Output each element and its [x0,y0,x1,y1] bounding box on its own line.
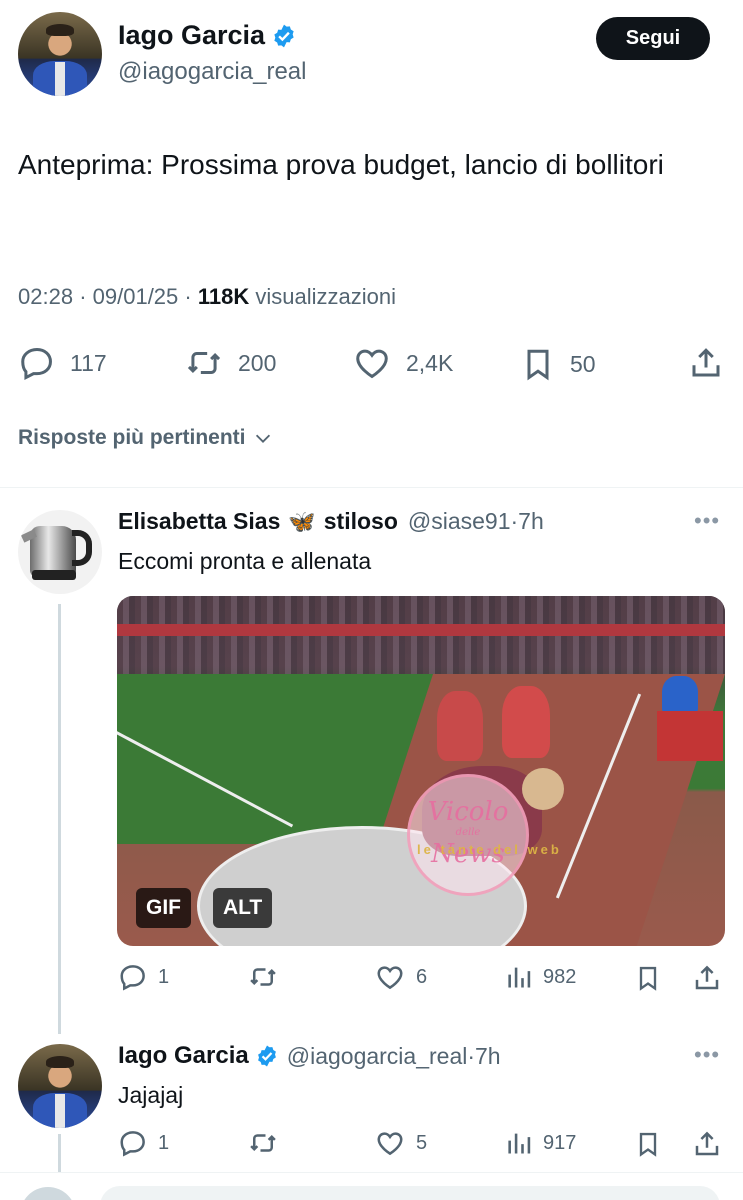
reply-button[interactable]: 117 [18,344,107,382]
share-icon [692,348,720,377]
bookmark-button[interactable]: 50 [520,344,596,384]
more-icon[interactable]: ••• [694,1042,720,1068]
views-count: 917 [543,1131,577,1154]
author-name[interactable]: Iago Garcia [118,20,265,51]
reply-age: ·7h [467,1042,501,1069]
views-count: 118K [197,284,250,309]
views-button[interactable]: 917 [505,1128,576,1158]
share-icon [695,1131,719,1156]
tweet-time[interactable]: 02:28 [18,284,73,309]
reply-media-gif[interactable]: Vicolo delle News le tante del web GIF A… [117,596,725,946]
reply-icon [21,348,52,381]
reply-composer-input[interactable] [100,1186,720,1200]
thread-line [58,604,61,1034]
watermark-side-text: le tante del web [417,842,562,857]
share-button[interactable] [688,344,724,382]
repost-count: 200 [238,349,277,376]
views-icon [508,967,531,988]
views-count: 982 [543,965,577,988]
bookmark-button[interactable] [634,1128,662,1160]
gif-badge: GIF [136,888,191,928]
reply-author-suffix: stiloso [323,508,398,534]
like-count: 2,4K [406,349,454,376]
share-button[interactable] [692,962,722,994]
like-button[interactable]: 2,4K [352,344,453,382]
alt-badge[interactable]: ALT [213,888,273,928]
bookmark-icon [639,966,657,991]
replies-sort-label: Risposte più pertinenti [18,426,246,449]
reply-avatar-kettle[interactable] [18,510,102,594]
repost-icon [250,1134,276,1152]
official-figure [662,676,698,716]
heart-icon [356,349,388,379]
watermark-logo: Vicolo delle News [407,774,529,896]
replies-sort-dropdown[interactable]: Risposte più pertinenti [18,426,274,450]
reply-author-handle[interactable]: @iagogarcia_real [287,1043,468,1070]
views-label: visualizzazioni [255,284,396,309]
reply-count: 1 [158,1131,170,1154]
follow-button[interactable]: Segui [596,17,710,60]
repost-button[interactable] [246,962,280,992]
section-divider [0,487,743,488]
butterfly-emoji: 🦋 [288,508,316,534]
repost-icon [187,351,221,375]
like-count: 6 [416,965,428,988]
repost-icon [250,968,276,986]
reply-author-name[interactable]: Iago Garcia [118,1042,249,1070]
tweet-text: Anteprima: Prossima prova budget, lancio… [18,149,664,180]
official-figure [437,691,483,761]
bookmark-count: 50 [570,350,596,377]
reply-icon [120,965,145,991]
bookmark-icon [639,1132,657,1157]
watermark-main: Vicolo [427,797,509,827]
official-figure [502,686,550,758]
reply-text: Jajajaj [118,1082,184,1108]
watermark-sub: delle [455,827,481,838]
views-icon [508,1133,531,1154]
author-handle[interactable]: @iagogarcia_real [118,58,306,86]
bookmark-icon [527,349,549,381]
meta-separator: · [79,284,87,309]
official-table [657,711,723,761]
share-button[interactable] [692,1128,722,1160]
heart-icon [377,966,403,990]
reply-count: 117 [70,349,107,376]
views-button[interactable]: 982 [505,962,576,992]
athlete-head [522,768,564,810]
heart-icon [377,1132,403,1156]
author-avatar[interactable] [18,12,102,96]
chevron-down-icon [255,434,270,443]
verified-badge-icon [257,1045,276,1067]
like-button[interactable]: 6 [374,962,427,992]
more-icon[interactable]: ••• [694,508,720,534]
meta-separator: · [184,284,192,309]
tweet-date[interactable]: 09/01/25 [93,284,179,309]
share-icon [695,965,719,990]
reply-author-avatar[interactable] [18,1044,102,1128]
reply-icon [120,1131,145,1157]
like-count: 5 [416,1131,428,1154]
verified-badge-icon [274,24,294,47]
thread-line [58,1134,61,1172]
repost-button[interactable]: 200 [184,344,276,382]
bookmark-button[interactable] [634,962,662,994]
reply-count: 1 [158,965,170,988]
reply-author-handle[interactable]: @siase91 [408,508,511,535]
stadium-banner [117,624,725,636]
reply-age: ·7h [510,508,544,534]
reply-button[interactable]: 1 [118,1128,169,1158]
reply-button[interactable]: 1 [118,962,169,992]
repost-button[interactable] [246,1128,280,1158]
like-button[interactable]: 5 [374,1128,427,1158]
tweet-meta: 02:28 · 09/01/25 · 118K visualizzazioni [18,284,396,310]
reply-text: Eccomi pronta e allenata [118,548,372,574]
reply-author-name[interactable]: Elisabetta Sias [118,508,280,535]
